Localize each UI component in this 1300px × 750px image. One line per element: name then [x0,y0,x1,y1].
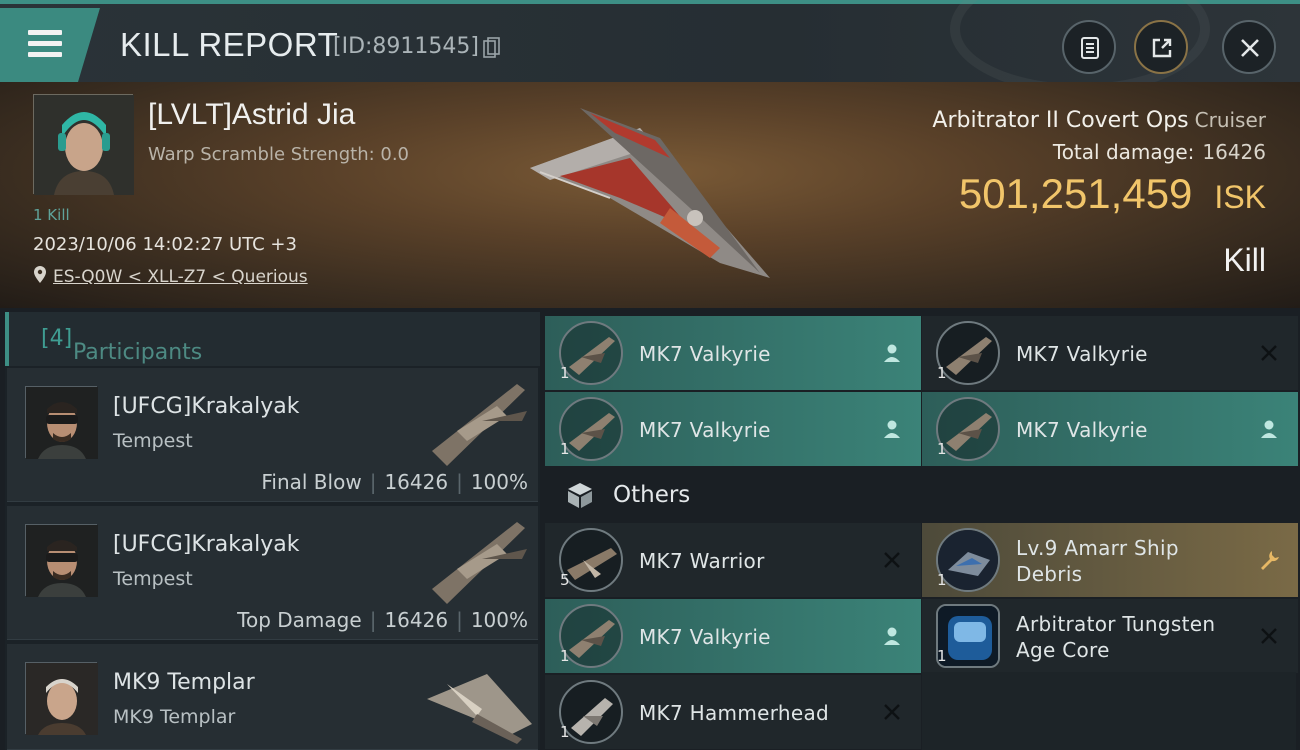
item-name: MK7 Warrior [639,549,765,573]
item-name: MK7 Valkyrie [639,418,771,442]
kill-location[interactable]: ES-Q0W < XLL-Z7 < Querious [33,266,308,287]
slot-item[interactable]: 1 MK7 Hammerhead [545,675,921,749]
person-icon[interactable] [881,418,903,440]
participant-ship: MK9 Templar [113,706,236,728]
item-quantity: 1 [937,440,947,458]
participant-avatar [25,662,98,735]
slot-item[interactable]: 5 MK7 Warrior [545,523,921,597]
slot-item[interactable]: 1 Arbitrator Tungsten Age Core [922,599,1298,673]
participant-stats: Final Blow | 16426 | 100% [261,470,528,494]
close-icon[interactable] [1258,625,1280,647]
clipboard-button[interactable] [1062,20,1116,74]
total-damage: Total damage: 16426 [1052,140,1266,164]
item-quantity: 1 [560,723,570,741]
isk-value: 501,251,459 ISK [958,170,1266,217]
copy-icon[interactable] [483,37,501,59]
item-name: MK7 Valkyrie [639,342,771,366]
kill-datetime: 2023/10/06 14:02:27 UTC +3 [33,234,297,255]
participant-ship-image [432,522,527,604]
close-button[interactable] [1222,20,1276,74]
item-name: Arbitrator Tungsten Age Core [1016,612,1216,662]
share-icon [1152,38,1172,58]
person-icon[interactable] [881,625,903,647]
participant-name: [UFCG]Krakalyak [113,532,300,557]
close-icon[interactable] [881,701,903,723]
wrench-icon[interactable] [1258,549,1280,571]
victim-name[interactable]: [LVLT]Astrid Jia [148,98,355,132]
report-id: [ID:8911545] [333,34,479,59]
slot-item[interactable]: 1 MK7 Valkyrie [922,316,1298,390]
slot-item[interactable]: 1 MK7 Valkyrie [545,392,921,466]
item-name: MK7 Hammerhead [639,701,830,725]
kill-count: 1 Kill [33,206,70,224]
close-icon[interactable] [1258,342,1280,364]
slot-item[interactable]: 1 MK7 Valkyrie [545,599,921,673]
item-quantity: 1 [937,364,947,382]
menu-icon [28,30,62,58]
item-name: Lv.9 Amarr Ship Debris [1016,536,1179,586]
menu-button[interactable] [0,8,100,82]
item-quantity: 5 [560,571,570,589]
participant-avatar [25,524,98,597]
participant-ship-image [427,674,532,744]
participant-card[interactable]: [UFCG]Krakalyak Tempest Top Damage | 16426… [7,506,538,640]
title-bar: KILL REPORT [ID:8911545] [0,0,1300,94]
item-quantity: 1 [560,647,570,665]
close-icon [1241,39,1259,57]
close-icon[interactable] [881,549,903,571]
victim-banner: [LVLT]Astrid Jia Warp Scramble Strength:… [0,82,1300,308]
slot-item[interactable]: 1 MK7 Valkyrie [545,316,921,390]
victim-avatar[interactable] [33,94,134,195]
cube-icon [568,483,592,508]
clipboard-icon [1081,37,1099,59]
slot-item[interactable]: 1 MK7 Valkyrie [922,392,1298,466]
participant-card[interactable]: MK9 Templar MK9 Templar [7,644,538,750]
person-icon[interactable] [1258,418,1280,440]
item-quantity: 1 [937,571,947,589]
item-name: MK7 Valkyrie [1016,418,1148,442]
participants-panel: Participants [4] [UFCG]Krakalyak Tempest… [5,312,540,750]
participant-stats: Top Damage | 16426 | 100% [237,608,528,632]
participant-ship: Tempest [113,568,193,590]
others-header: Others [545,470,1295,520]
location-link[interactable]: ES-Q0W < XLL-Z7 < Querious [53,267,308,287]
victim-ship-image [530,108,770,278]
ship-class: Cruiser [1194,108,1266,132]
item-quantity: 1 [560,364,570,382]
victim-ship-name[interactable]: Arbitrator II Covert Ops Cruiser [932,108,1266,133]
item-quantity: 1 [560,440,570,458]
warp-scramble-strength: Warp Scramble Strength: 0.0 [148,144,410,165]
participants-header: Participants [4] [5,312,540,366]
participant-ship: Tempest [113,430,193,452]
item-name: MK7 Valkyrie [1016,342,1148,366]
empty-slot-area [922,672,1296,750]
item-name: MK7 Valkyrie [639,625,771,649]
person-icon[interactable] [881,342,903,364]
participant-avatar [25,386,98,459]
location-pin-icon [34,266,46,283]
participant-name: MK9 Templar [113,670,255,695]
participant-ship-image [432,384,527,466]
participant-name: [UFCG]Krakalyak [113,394,300,419]
item-quantity: 1 [937,647,947,665]
share-button[interactable] [1134,20,1188,74]
page-title: KILL REPORT [120,26,339,63]
kill-result-label: Kill [1223,242,1266,278]
participant-card[interactable]: [UFCG]Krakalyak Tempest Final Blow | 16426… [7,368,538,502]
slot-item[interactable]: 1 Lv.9 Amarr Ship Debris [922,523,1298,597]
